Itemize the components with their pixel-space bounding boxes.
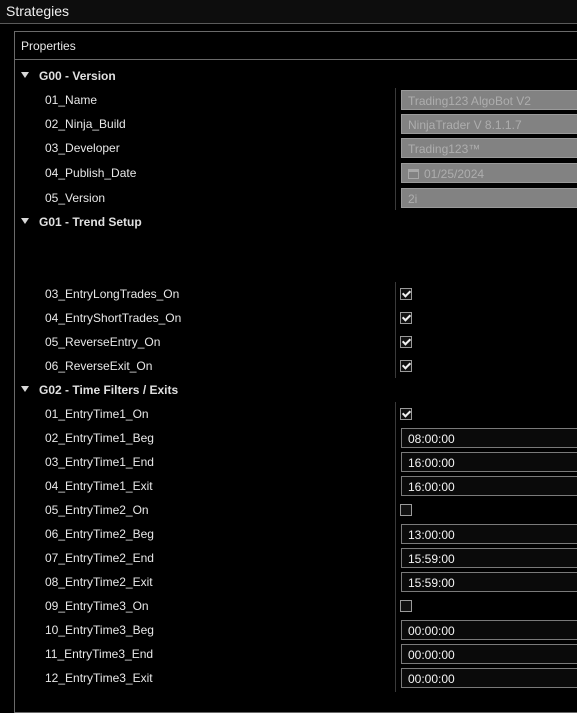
property-row-05-entrytime2-on: 05_EntryTime2_On bbox=[0, 498, 577, 522]
checkbox[interactable] bbox=[400, 288, 412, 300]
time-input[interactable]: 00:00:00 bbox=[401, 668, 577, 688]
time-input[interactable]: 00:00:00 bbox=[401, 620, 577, 640]
category-g02-time-filters-exits[interactable]: G02 - Time Filters / Exits bbox=[0, 378, 577, 402]
property-row-02-entrytime1-beg: 02_EntryTime1_Beg 08:00:00 bbox=[0, 426, 577, 450]
checkbox[interactable] bbox=[400, 336, 412, 348]
property-label: 10_EntryTime3_Beg bbox=[45, 623, 154, 637]
property-row-09-entrytime3-on: 09_EntryTime3_On bbox=[0, 594, 577, 618]
readonly-value-field: Trading123 AlgoBot V2 bbox=[401, 90, 577, 110]
property-row-04-entryshorttrades-on: 04_EntryShortTrades_On bbox=[0, 306, 577, 330]
property-row-06-reverseexit-on: 06_ReverseExit_On bbox=[0, 354, 577, 378]
property-label: 03_EntryLongTrades_On bbox=[45, 287, 180, 301]
property-row-01-name: 01_Name Trading123 AlgoBot V2 bbox=[0, 88, 577, 112]
value-text: 2i bbox=[408, 192, 418, 206]
property-row-03-entrylongtrades-on: 03_EntryLongTrades_On bbox=[0, 282, 577, 306]
collapse-arrow-icon[interactable] bbox=[21, 72, 29, 78]
property-row-03-developer: 03_Developer Trading123™ bbox=[0, 136, 577, 160]
checkbox[interactable] bbox=[400, 312, 412, 324]
property-row-12-entrytime3-exit: 12_EntryTime3_Exit 00:00:00 bbox=[0, 666, 577, 690]
value-text: 00:00:00 bbox=[408, 672, 455, 686]
property-label: 06_EntryTime2_Beg bbox=[45, 527, 154, 541]
column-splitter[interactable] bbox=[395, 88, 396, 210]
property-row-05-reverseentry-on: 05_ReverseEntry_On bbox=[0, 330, 577, 354]
readonly-value-field: 01/25/2024 bbox=[401, 163, 577, 183]
property-row-08-entrytime2-exit: 08_EntryTime2_Exit 15:59:00 bbox=[0, 570, 577, 594]
property-label: 06_ReverseExit_On bbox=[45, 359, 153, 373]
property-label: 03_EntryTime1_End bbox=[45, 455, 154, 469]
property-row-11-entrytime3-end: 11_EntryTime3_End 00:00:00 bbox=[0, 642, 577, 666]
value-text: 16:00:00 bbox=[408, 456, 455, 470]
checkbox[interactable] bbox=[400, 408, 412, 420]
category-g01-trend-setup[interactable]: G01 - Trend Setup bbox=[0, 210, 577, 234]
property-label: 05_EntryTime2_On bbox=[45, 503, 149, 517]
property-label: 02_EntryTime1_Beg bbox=[45, 431, 154, 445]
time-input[interactable]: 15:59:00 bbox=[401, 572, 577, 592]
column-splitter[interactable] bbox=[395, 402, 396, 692]
value-text: 13:00:00 bbox=[408, 528, 455, 542]
property-label: 01_Name bbox=[45, 93, 98, 107]
collapse-arrow-icon[interactable] bbox=[21, 218, 29, 224]
property-row-04-entrytime1-exit: 04_EntryTime1_Exit 16:00:00 bbox=[0, 474, 577, 498]
window-titlebar: Strategies bbox=[0, 0, 577, 24]
property-label: 08_EntryTime2_Exit bbox=[45, 575, 153, 589]
property-row-04-publish-date: 04_Publish_Date 01/25/2024 bbox=[0, 161, 577, 185]
property-label: 12_EntryTime3_Exit bbox=[45, 671, 153, 685]
property-label: 07_EntryTime2_End bbox=[45, 551, 154, 565]
property-label: 05_Version bbox=[45, 191, 106, 205]
property-row-01-entrytime1-on: 01_EntryTime1_On bbox=[0, 402, 577, 426]
time-input[interactable]: 13:00:00 bbox=[401, 524, 577, 544]
property-label: 04_Publish_Date bbox=[45, 166, 137, 180]
time-input[interactable]: 00:00:00 bbox=[401, 644, 577, 664]
property-label: 03_Developer bbox=[45, 141, 120, 155]
properties-header: Properties bbox=[15, 32, 577, 60]
calendar-icon bbox=[408, 169, 419, 179]
value-text: 15:59:00 bbox=[408, 552, 455, 566]
value-text: 00:00:00 bbox=[408, 624, 455, 638]
properties-title: Properties bbox=[21, 39, 76, 53]
value-text: NinjaTrader V 8.1.1.7 bbox=[408, 118, 522, 132]
time-input[interactable]: 16:00:00 bbox=[401, 452, 577, 472]
property-row-10-entrytime3-beg: 10_EntryTime3_Beg 00:00:00 bbox=[0, 618, 577, 642]
property-row-05-version: 05_Version 2i bbox=[0, 186, 577, 210]
property-row-03-entrytime1-end: 03_EntryTime1_End 16:00:00 bbox=[0, 450, 577, 474]
value-text: 01/25/2024 bbox=[424, 167, 485, 181]
property-label: 02_Ninja_Build bbox=[45, 117, 126, 131]
time-input[interactable]: 16:00:00 bbox=[401, 476, 577, 496]
time-input[interactable]: 08:00:00 bbox=[401, 428, 577, 448]
column-splitter[interactable] bbox=[395, 282, 396, 378]
category-g00-version[interactable]: G00 - Version bbox=[0, 64, 577, 88]
value-text: 16:00:00 bbox=[408, 480, 455, 494]
property-row-06-entrytime2-beg: 06_EntryTime2_Beg 13:00:00 bbox=[0, 522, 577, 546]
property-row-02-ninja-build: 02_Ninja_Build NinjaTrader V 8.1.1.7 bbox=[0, 112, 577, 136]
checkbox[interactable] bbox=[400, 360, 412, 372]
property-label: 09_EntryTime3_On bbox=[45, 599, 149, 613]
property-label: 04_EntryShortTrades_On bbox=[45, 311, 182, 325]
category-label: G00 - Version bbox=[39, 69, 116, 83]
readonly-value-field: Trading123™ bbox=[401, 138, 577, 158]
property-label: 01_EntryTime1_On bbox=[45, 407, 149, 421]
readonly-value-field: 2i bbox=[401, 188, 577, 208]
checkbox[interactable] bbox=[400, 504, 412, 516]
category-label: G02 - Time Filters / Exits bbox=[39, 383, 179, 397]
checkbox[interactable] bbox=[400, 600, 412, 612]
time-input[interactable]: 15:59:00 bbox=[401, 548, 577, 568]
category-label: G01 - Trend Setup bbox=[39, 215, 142, 229]
collapse-arrow-icon[interactable] bbox=[21, 386, 29, 392]
readonly-value-field: NinjaTrader V 8.1.1.7 bbox=[401, 114, 577, 134]
value-text: Trading123 AlgoBot V2 bbox=[408, 94, 531, 108]
property-row-07-entrytime2-end: 07_EntryTime2_End 15:59:00 bbox=[0, 546, 577, 570]
window-title: Strategies bbox=[6, 3, 70, 19]
value-text: 08:00:00 bbox=[408, 432, 455, 446]
property-label: 05_ReverseEntry_On bbox=[45, 335, 161, 349]
value-text: 15:59:00 bbox=[408, 576, 455, 590]
property-label: 11_EntryTime3_End bbox=[45, 647, 154, 661]
property-label: 04_EntryTime1_Exit bbox=[45, 479, 153, 493]
value-text: Trading123™ bbox=[408, 142, 481, 156]
value-text: 00:00:00 bbox=[408, 648, 455, 662]
